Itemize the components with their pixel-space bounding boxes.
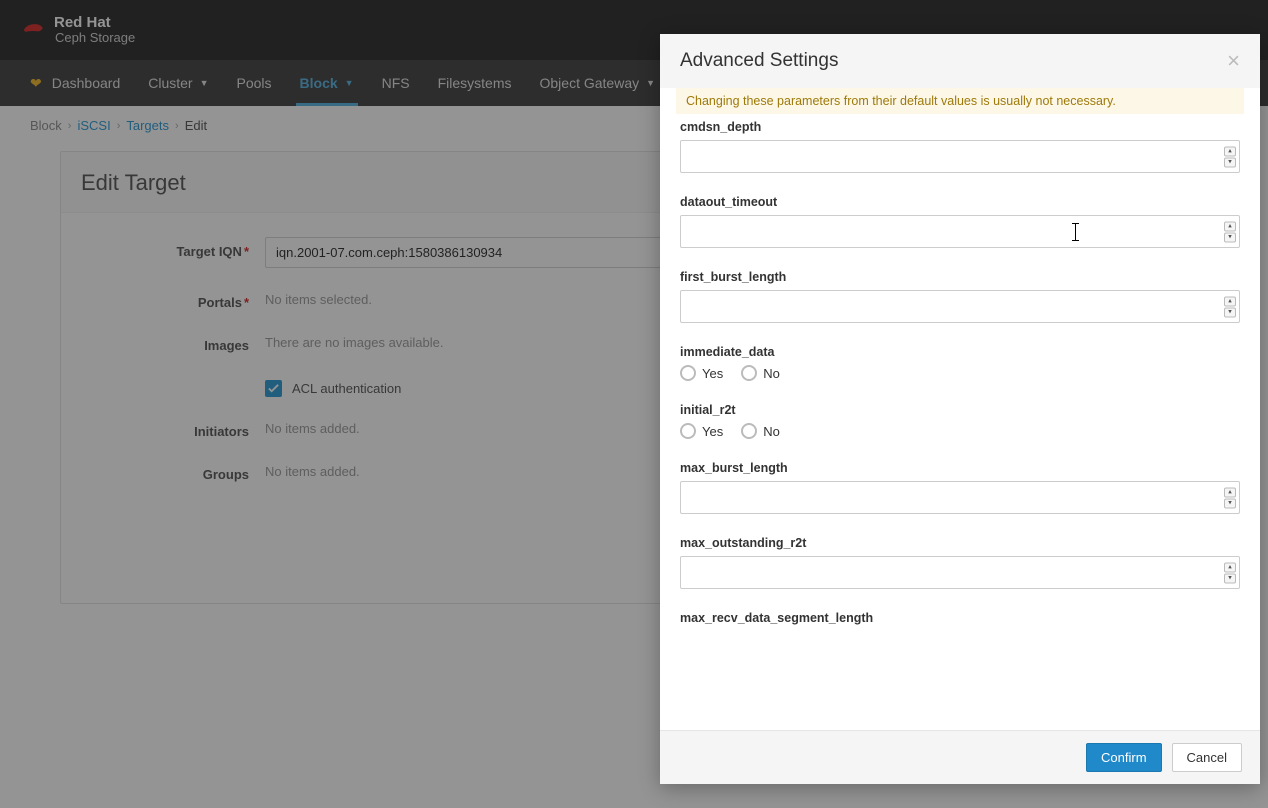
label-dataout-timeout: dataout_timeout [680, 195, 1240, 209]
spinner-down-icon[interactable]: ▾ [1224, 498, 1236, 508]
spinner-up-icon[interactable]: ▴ [1224, 296, 1236, 306]
confirm-button[interactable]: Confirm [1086, 743, 1162, 772]
number-spinner: ▴ ▾ [1224, 221, 1236, 242]
label-max-burst-length: max_burst_length [680, 461, 1240, 475]
label-first-burst-length: first_burst_length [680, 270, 1240, 284]
text-cursor-icon [1075, 223, 1076, 241]
cancel-button[interactable]: Cancel [1172, 743, 1242, 772]
dataout-timeout-input[interactable] [680, 215, 1240, 248]
spinner-up-icon[interactable]: ▴ [1224, 562, 1236, 572]
label-max-outstanding-r2t: max_outstanding_r2t [680, 536, 1240, 550]
label-cmdsn-depth: cmdsn_depth [680, 120, 1240, 134]
immediate-data-yes[interactable]: Yes [680, 365, 723, 381]
number-spinner: ▴ ▾ [1224, 487, 1236, 508]
modal-body[interactable]: Changing these parameters from their def… [660, 88, 1260, 730]
radio-yes-label: Yes [702, 366, 723, 381]
spinner-down-icon[interactable]: ▾ [1224, 307, 1236, 317]
radio-icon [741, 423, 757, 439]
radio-icon [680, 365, 696, 381]
spinner-up-icon[interactable]: ▴ [1224, 221, 1236, 231]
number-spinner: ▴ ▾ [1224, 562, 1236, 583]
modal-footer: Confirm Cancel [660, 730, 1260, 784]
label-max-recv-data-segment-length: max_recv_data_segment_length [680, 611, 1240, 625]
spinner-down-icon[interactable]: ▾ [1224, 232, 1236, 242]
initial-r2t-no[interactable]: No [741, 423, 780, 439]
label-initial-r2t: initial_r2t [680, 403, 1240, 417]
immediate-data-no[interactable]: No [741, 365, 780, 381]
radio-no-label: No [763, 366, 780, 381]
warning-banner: Changing these parameters from their def… [676, 88, 1244, 114]
close-icon[interactable]: × [1227, 50, 1240, 72]
number-spinner: ▴ ▾ [1224, 146, 1236, 167]
first-burst-length-input[interactable] [680, 290, 1240, 323]
cmdsn-depth-input[interactable] [680, 140, 1240, 173]
spinner-down-icon[interactable]: ▾ [1224, 157, 1236, 167]
radio-icon [680, 423, 696, 439]
max-burst-length-input[interactable] [680, 481, 1240, 514]
radio-no-label: No [763, 424, 780, 439]
spinner-up-icon[interactable]: ▴ [1224, 146, 1236, 156]
label-immediate-data: immediate_data [680, 345, 1240, 359]
number-spinner: ▴ ▾ [1224, 296, 1236, 317]
radio-yes-label: Yes [702, 424, 723, 439]
modal-title: Advanced Settings [680, 50, 838, 72]
spinner-up-icon[interactable]: ▴ [1224, 487, 1236, 497]
radio-icon [741, 365, 757, 381]
max-outstanding-r2t-input[interactable] [680, 556, 1240, 589]
modal-header: Advanced Settings × [660, 34, 1260, 88]
initial-r2t-yes[interactable]: Yes [680, 423, 723, 439]
spinner-down-icon[interactable]: ▾ [1224, 573, 1236, 583]
advanced-settings-modal: Advanced Settings × Changing these param… [660, 34, 1260, 784]
